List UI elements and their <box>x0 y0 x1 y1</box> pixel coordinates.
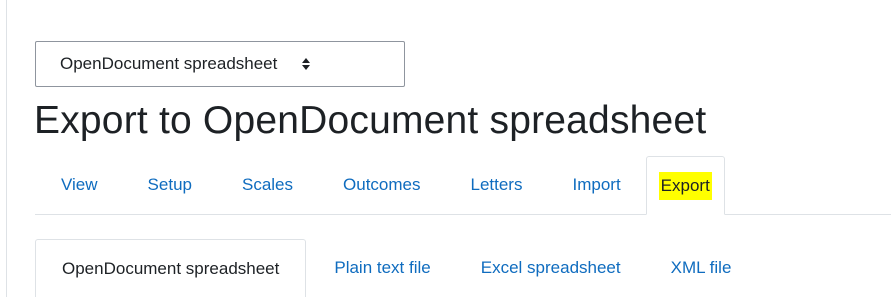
tab-export-label: Export <box>658 171 712 200</box>
tab-plain-text-file[interactable]: Plain text file <box>306 239 455 297</box>
tab-scales[interactable]: Scales <box>217 156 318 214</box>
tab-setup-label: Setup <box>147 175 192 194</box>
tab-excel-spreadsheet[interactable]: Excel spreadsheet <box>456 239 646 297</box>
tab-view-label: View <box>61 175 98 194</box>
tab-import-label: Import <box>572 175 621 194</box>
export-format-tabs: OpenDocument spreadsheet Plain text file… <box>35 239 891 297</box>
page: OpenDocument spreadsheet Export to OpenD… <box>0 0 891 297</box>
tab-letters-label: Letters <box>470 175 523 194</box>
tab-scales-label: Scales <box>241 175 294 194</box>
primary-tabs: View Setup Scales Outcomes Letters Impor… <box>35 156 891 215</box>
tab-outcomes[interactable]: Outcomes <box>318 156 445 214</box>
tab-plain-text-file-label: Plain text file <box>334 258 431 277</box>
tab-opendocument-spreadsheet[interactable]: OpenDocument spreadsheet <box>35 239 307 297</box>
tab-excel-spreadsheet-label: Excel spreadsheet <box>480 258 621 277</box>
tab-xml-file-label: XML file <box>670 258 732 277</box>
tab-import[interactable]: Import <box>547 156 645 214</box>
tab-export[interactable]: Export <box>645 156 725 215</box>
tab-setup[interactable]: Setup <box>123 156 217 214</box>
updown-arrows-icon <box>302 58 311 70</box>
tab-xml-file[interactable]: XML file <box>646 239 757 297</box>
export-format-select[interactable]: OpenDocument spreadsheet <box>35 41 405 87</box>
tab-opendocument-spreadsheet-label: OpenDocument spreadsheet <box>62 258 280 278</box>
left-divider <box>6 0 7 297</box>
export-format-select-value: OpenDocument spreadsheet <box>60 54 278 73</box>
tab-view[interactable]: View <box>35 156 123 214</box>
page-title: Export to OpenDocument spreadsheet <box>34 99 707 142</box>
tab-letters[interactable]: Letters <box>446 156 548 214</box>
tab-outcomes-label: Outcomes <box>343 175 421 194</box>
